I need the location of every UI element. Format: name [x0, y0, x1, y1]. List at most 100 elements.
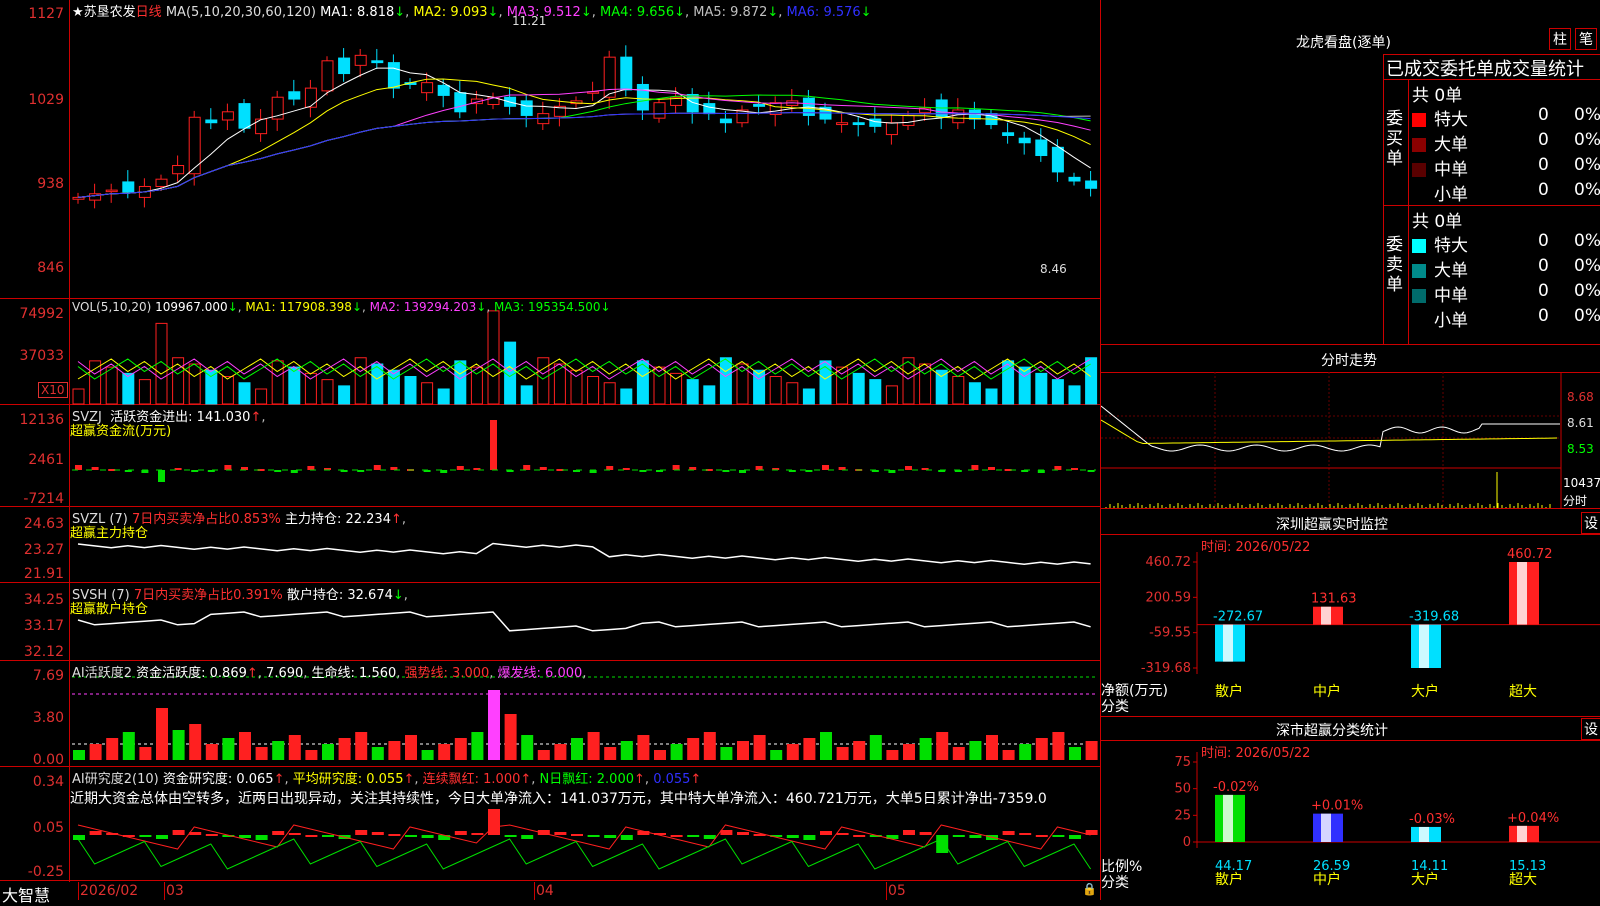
- activity-bar: [803, 738, 816, 760]
- candle-body: [520, 100, 533, 116]
- candle-body: [321, 60, 334, 92]
- volume-bar: [105, 366, 118, 405]
- month-label: 05: [888, 883, 906, 899]
- candle-body: [421, 82, 434, 94]
- activity-bar: [753, 735, 766, 760]
- intraday-chart[interactable]: [1101, 372, 1600, 508]
- bar-散户: [1215, 624, 1245, 662]
- price-axis-label: 938: [37, 176, 64, 192]
- volume-bar: [421, 382, 434, 405]
- ai3-comment: 近期大资金总体由空转多，近两日出现异动，关注其持续性，今日大单净流入：141.0…: [70, 791, 1047, 807]
- bar-highlight: [1223, 794, 1233, 842]
- row-pct: 0%: [1574, 180, 1600, 200]
- bar-value-label: -272.67: [1213, 610, 1263, 625]
- bar-highlight: [1419, 624, 1429, 668]
- stock-name[interactable]: 苏垦农发: [84, 5, 136, 20]
- volume-bar: [188, 363, 201, 405]
- activity-bar: [853, 741, 866, 760]
- sz-stat-settings-button[interactable]: 设: [1581, 718, 1600, 740]
- bar-highlight: [1321, 813, 1331, 842]
- svzl-title: 超赢主力持仓: [70, 526, 149, 541]
- research-bar: [936, 835, 949, 853]
- activity-bar: [936, 732, 949, 760]
- volume-bar: [653, 366, 666, 405]
- volume-bar: [288, 366, 301, 405]
- row-count: 0: [1538, 231, 1549, 251]
- research-bar: [405, 835, 417, 837]
- activity-bar: [1069, 747, 1081, 760]
- research-bar: [89, 831, 102, 835]
- row-name: 中单: [1434, 286, 1468, 306]
- volume-bar: [1035, 372, 1048, 405]
- bar-大户: [1411, 826, 1441, 842]
- activity-bar: [886, 750, 899, 760]
- main-holding-line: [77, 542, 1091, 566]
- candle-body: [205, 119, 218, 124]
- research-bar: [73, 835, 85, 840]
- research-bar: [969, 835, 982, 838]
- row-count: 0: [1538, 155, 1549, 175]
- volume-bar: [869, 379, 882, 405]
- fund-flow-bar: [672, 465, 680, 470]
- fund-flow-bar: [224, 465, 232, 470]
- research-bar: [554, 832, 567, 835]
- volume-bar: [1018, 366, 1031, 405]
- activity-bar: [869, 735, 882, 760]
- volume-bar: [72, 388, 85, 405]
- volume-bar: [703, 385, 716, 405]
- fund-flow-bar: [539, 467, 547, 470]
- activity-bar: [504, 714, 517, 760]
- candle-body: [221, 111, 234, 121]
- ai2-axis-label: 0.00: [32, 752, 64, 768]
- candle-body: [603, 56, 616, 98]
- sz-stat-chart: 7550250-0.02%散户44.17+0.01%中户26.59-0.03%大…: [1174, 752, 1600, 888]
- activity-bar: [604, 747, 617, 760]
- volume-bar: [852, 372, 865, 405]
- candle-body: [1068, 176, 1081, 182]
- candle-body: [1035, 139, 1048, 157]
- ma-head: MA(5,10,20,30,60,120): [165, 5, 316, 20]
- research-bar: [421, 835, 434, 838]
- month-label: 04: [536, 883, 554, 899]
- activity-bar: [571, 738, 583, 760]
- research-bar: [139, 835, 152, 837]
- ai3-axis-label: 0.05: [32, 820, 64, 836]
- fund-flow-bar: [523, 465, 531, 470]
- low-price-mark: 8.46: [1040, 262, 1067, 276]
- activity-bar: [620, 741, 633, 760]
- research-bar: [720, 830, 733, 835]
- activity-bar: [786, 744, 799, 760]
- activity-bar: [1035, 738, 1048, 760]
- research-bar: [803, 835, 816, 840]
- row-count: 0: [1538, 256, 1549, 276]
- activity-bar: [836, 747, 849, 760]
- candle-body: [1018, 137, 1031, 144]
- row-pct: 0%: [1574, 281, 1600, 301]
- ma4-label: MA4: 9.656: [599, 5, 675, 20]
- candle-body: [620, 56, 633, 91]
- research-bar: [703, 835, 716, 839]
- tab-bar[interactable]: 柱: [1549, 28, 1571, 50]
- tab-tick[interactable]: 笔: [1575, 28, 1597, 50]
- sz-monitor-settings-button[interactable]: 设: [1581, 512, 1600, 534]
- activity-bar: [205, 744, 218, 760]
- activity-bar: [488, 690, 500, 760]
- bar-highlight: [1419, 826, 1429, 842]
- lock-icon[interactable]: 🔒: [1082, 882, 1097, 896]
- candle-body: [902, 114, 915, 126]
- period-label[interactable]: 日线: [136, 5, 162, 20]
- sz-monitor-title: 深圳超赢实时监控: [1276, 517, 1388, 533]
- main-chart-svg[interactable]: [0, 0, 1100, 882]
- bar-highlight: [1321, 606, 1331, 625]
- kline-area[interactable]: 1127 1029 938 846 ★苏垦农发日线 MA(5,10,20,30,…: [0, 0, 1100, 882]
- research-bar: [853, 835, 866, 837]
- volume-bar: [885, 385, 898, 405]
- sell-side-label: 委卖单: [1386, 235, 1403, 295]
- fund-flow-bar: [805, 470, 813, 472]
- ma2-label: MA2: 9.093: [413, 5, 488, 20]
- row-name: 大单: [1434, 135, 1468, 155]
- activity-bar: [1085, 741, 1098, 760]
- activity-bar: [654, 750, 666, 760]
- ai2-axis-label: 7.69: [32, 668, 64, 684]
- candle-body: [371, 60, 384, 64]
